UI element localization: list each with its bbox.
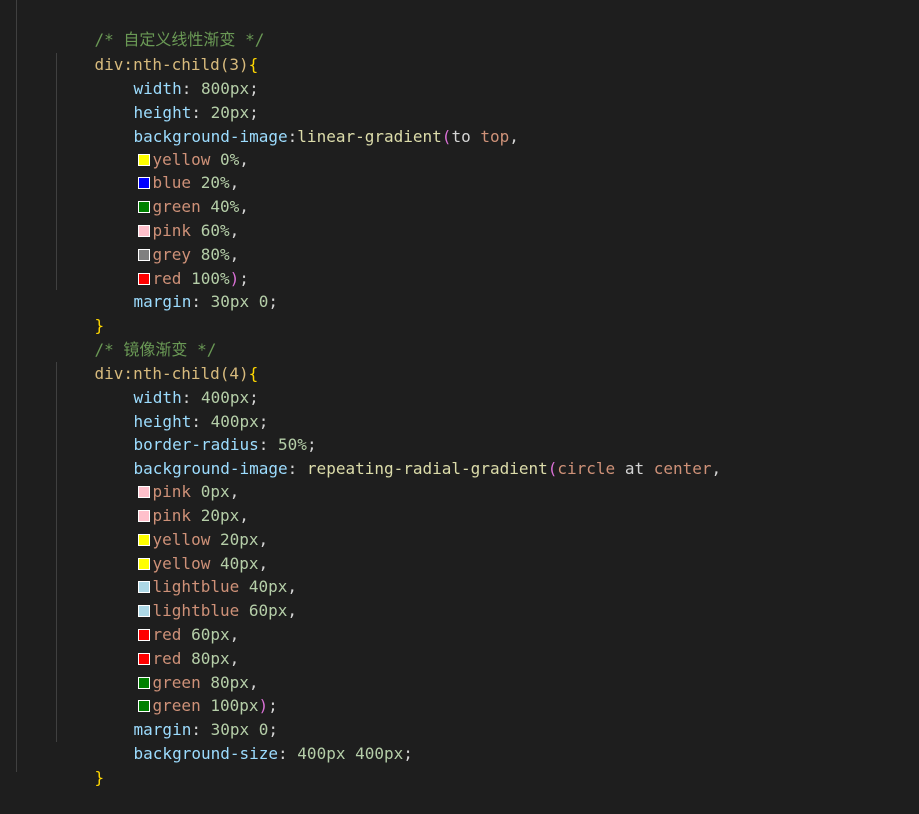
color-stop-line[interactable]: lightblue 40px, [99, 551, 297, 596]
code-line[interactable]: margin: 30px 0; [95, 266, 279, 311]
color-stop-line[interactable]: yellow 20px, [99, 504, 268, 549]
code-line[interactable]: background-image:linear-gradient(to top, [95, 101, 519, 146]
indent-guide [16, 0, 17, 772]
color-stop-line[interactable]: red 60px, [99, 599, 239, 644]
code-line[interactable]: /* 自定义线性渐变 */ [56, 4, 265, 49]
color-stop-line[interactable]: green 80px, [99, 647, 259, 692]
color-stop-line[interactable]: yellow 0%, [99, 124, 249, 169]
code-line[interactable]: background-size: 400px 400px; [95, 718, 413, 763]
color-stop-line[interactable]: green 100px); [99, 670, 278, 715]
brace-close: } [94, 768, 105, 787]
code-editor[interactable]: /* 自定义线性渐变 */ div:nth-child(3){ width: 8… [0, 0, 919, 787]
code-line[interactable]: } [56, 290, 105, 335]
indent-guide [56, 362, 57, 742]
code-line[interactable]: height: 400px; [95, 386, 269, 431]
css-function: repeating-radial-gradient [306, 459, 548, 478]
color-stop-line[interactable]: green 40%, [99, 171, 249, 216]
css-function: linear-gradient [297, 127, 442, 146]
code-line[interactable]: margin: 30px 0; [95, 694, 279, 739]
code-line[interactable]: width: 800px; [95, 53, 259, 98]
css-property: margin [133, 292, 192, 311]
code-line[interactable]: } [56, 742, 105, 787]
code-line[interactable]: border-radius: 50%; [95, 409, 317, 454]
color-stop-line[interactable]: pink 60%, [99, 195, 239, 240]
color-stop-line[interactable]: red 100%); [99, 243, 249, 288]
color-stop-line[interactable]: grey 80%, [99, 219, 239, 264]
color-stop-line[interactable]: lightblue 60px, [99, 575, 297, 620]
code-line[interactable]: div:nth-child(3){ [56, 29, 259, 74]
code-line[interactable]: width: 400px; [95, 362, 259, 407]
color-stop-line[interactable]: pink 0px, [99, 456, 239, 501]
color-stop-line[interactable]: red 80px, [99, 623, 239, 668]
paren-open: ( [441, 127, 452, 146]
code-line[interactable]: /* 镜像渐变 */ [56, 314, 217, 359]
css-property: background-size [133, 744, 279, 763]
code-line[interactable]: div:nth-child(4){ [56, 338, 259, 383]
color-stop-line[interactable]: pink 20px, [99, 480, 249, 525]
color-stop-line[interactable]: blue 20%, [99, 147, 239, 192]
code-line[interactable]: height: 20px; [95, 77, 259, 122]
color-stop-line[interactable]: yellow 40px, [99, 528, 268, 573]
code-line[interactable]: background-image: repeating-radial-gradi… [95, 433, 722, 478]
paren-open: ( [547, 459, 558, 478]
